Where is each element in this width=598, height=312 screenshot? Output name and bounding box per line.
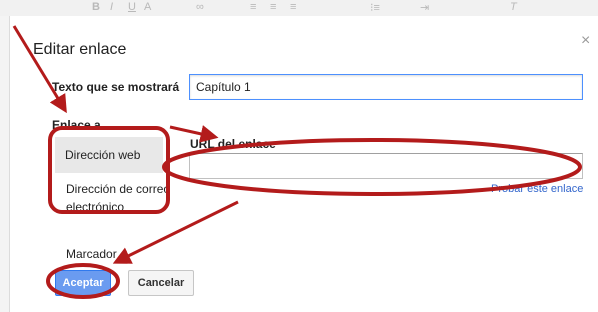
italic-icon: I (110, 1, 114, 13)
clear-format-icon: T (510, 1, 517, 13)
underline-icon: U (128, 1, 136, 13)
list-icon: ⁝≡ (370, 2, 380, 14)
dialog-title: Editar enlace (33, 41, 127, 58)
cancel-button[interactable]: Cancelar (128, 270, 194, 296)
align-center-icon: ≡ (270, 1, 277, 13)
bold-icon: B (92, 1, 100, 13)
url-label: URL del enlace (190, 137, 276, 151)
text-color-icon: A (144, 1, 152, 13)
display-text-label: Texto que se mostrará (52, 80, 180, 94)
indent-icon: ⇥ (420, 2, 430, 14)
link-option-web-address[interactable]: Dirección web (55, 137, 163, 173)
link-option-email-label: Dirección de correo electrónico (66, 182, 171, 214)
link-to-label: Enlace a (52, 118, 101, 132)
align-left-icon: ≡ (250, 1, 257, 13)
accept-button[interactable]: Aceptar (55, 270, 111, 296)
close-icon[interactable]: × (581, 32, 590, 50)
link-icon: ∞ (196, 1, 204, 13)
editor-left-margin (0, 16, 10, 312)
test-link[interactable]: Probar este enlace (491, 183, 583, 195)
link-option-bookmark[interactable]: Marcador (66, 247, 117, 261)
link-option-email-address[interactable]: Dirección de correo electrónico (66, 180, 171, 216)
edit-link-dialog: Editar enlace × Texto que se mostrará En… (10, 16, 598, 312)
display-text-input[interactable] (189, 74, 583, 100)
align-right-icon: ≡ (290, 1, 297, 13)
url-input[interactable] (189, 153, 583, 179)
editor-toolbar-strip: B I U A ∞ ≡ ≡ ≡ ⁝≡ ⇥ T (0, 0, 598, 17)
